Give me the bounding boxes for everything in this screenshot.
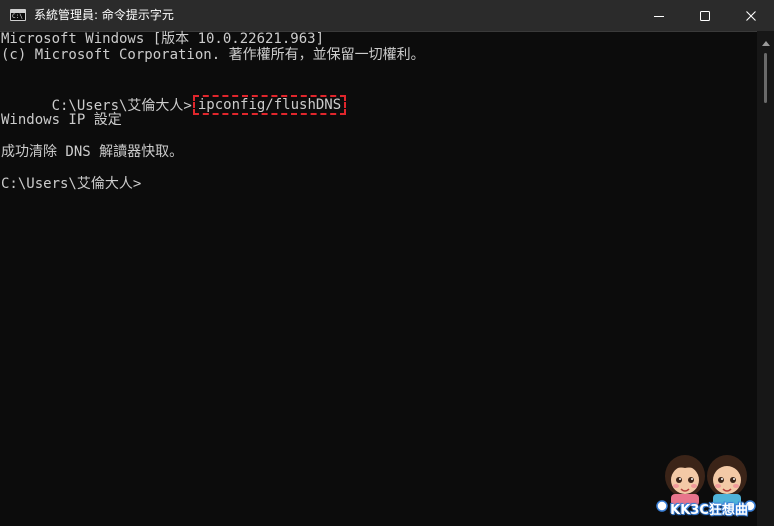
console-line: Microsoft Windows [版本 10.0.22621.963] bbox=[1, 31, 325, 47]
scroll-up-arrow-icon[interactable] bbox=[762, 41, 770, 46]
vertical-scrollbar[interactable] bbox=[757, 31, 774, 526]
minimize-icon bbox=[654, 15, 664, 17]
command-highlight: ipconfig/flushDNS bbox=[192, 95, 347, 115]
console-line: (c) Microsoft Corporation. 著作權所有，並保留一切權利… bbox=[1, 47, 425, 63]
maximize-icon bbox=[700, 10, 710, 21]
window-title: 系統管理員: 命令提示字元 bbox=[34, 8, 174, 22]
minimize-button[interactable] bbox=[636, 0, 682, 31]
command-line: C:\Users\艾倫大人> ipconfig/flushDNS bbox=[1, 80, 347, 115]
title-bar[interactable]: C:\ 系統管理員: 命令提示字元 bbox=[0, 0, 774, 32]
cmd-window: C:\ 系統管理員: 命令提示字元 Microsoft Windows [版本 … bbox=[0, 0, 774, 526]
close-button[interactable] bbox=[728, 0, 774, 31]
console-prompt-line: C:\Users\艾倫大人> bbox=[1, 176, 142, 192]
console-output[interactable]: Microsoft Windows [版本 10.0.22621.963] (c… bbox=[0, 31, 757, 192]
cmd-app-icon[interactable]: C:\ bbox=[10, 9, 26, 21]
watermark-label: KK3C狂想曲 bbox=[670, 503, 748, 518]
console-line: 成功清除 DNS 解讀器快取。 bbox=[1, 144, 184, 160]
maximize-button[interactable] bbox=[682, 0, 728, 31]
close-icon bbox=[746, 10, 756, 21]
scroll-thumb[interactable] bbox=[764, 53, 767, 103]
command-text: ipconfig/flushDNS bbox=[197, 97, 342, 113]
console-line: Windows IP 設定 bbox=[1, 112, 122, 128]
app-icon-text: C:\ bbox=[12, 13, 23, 20]
